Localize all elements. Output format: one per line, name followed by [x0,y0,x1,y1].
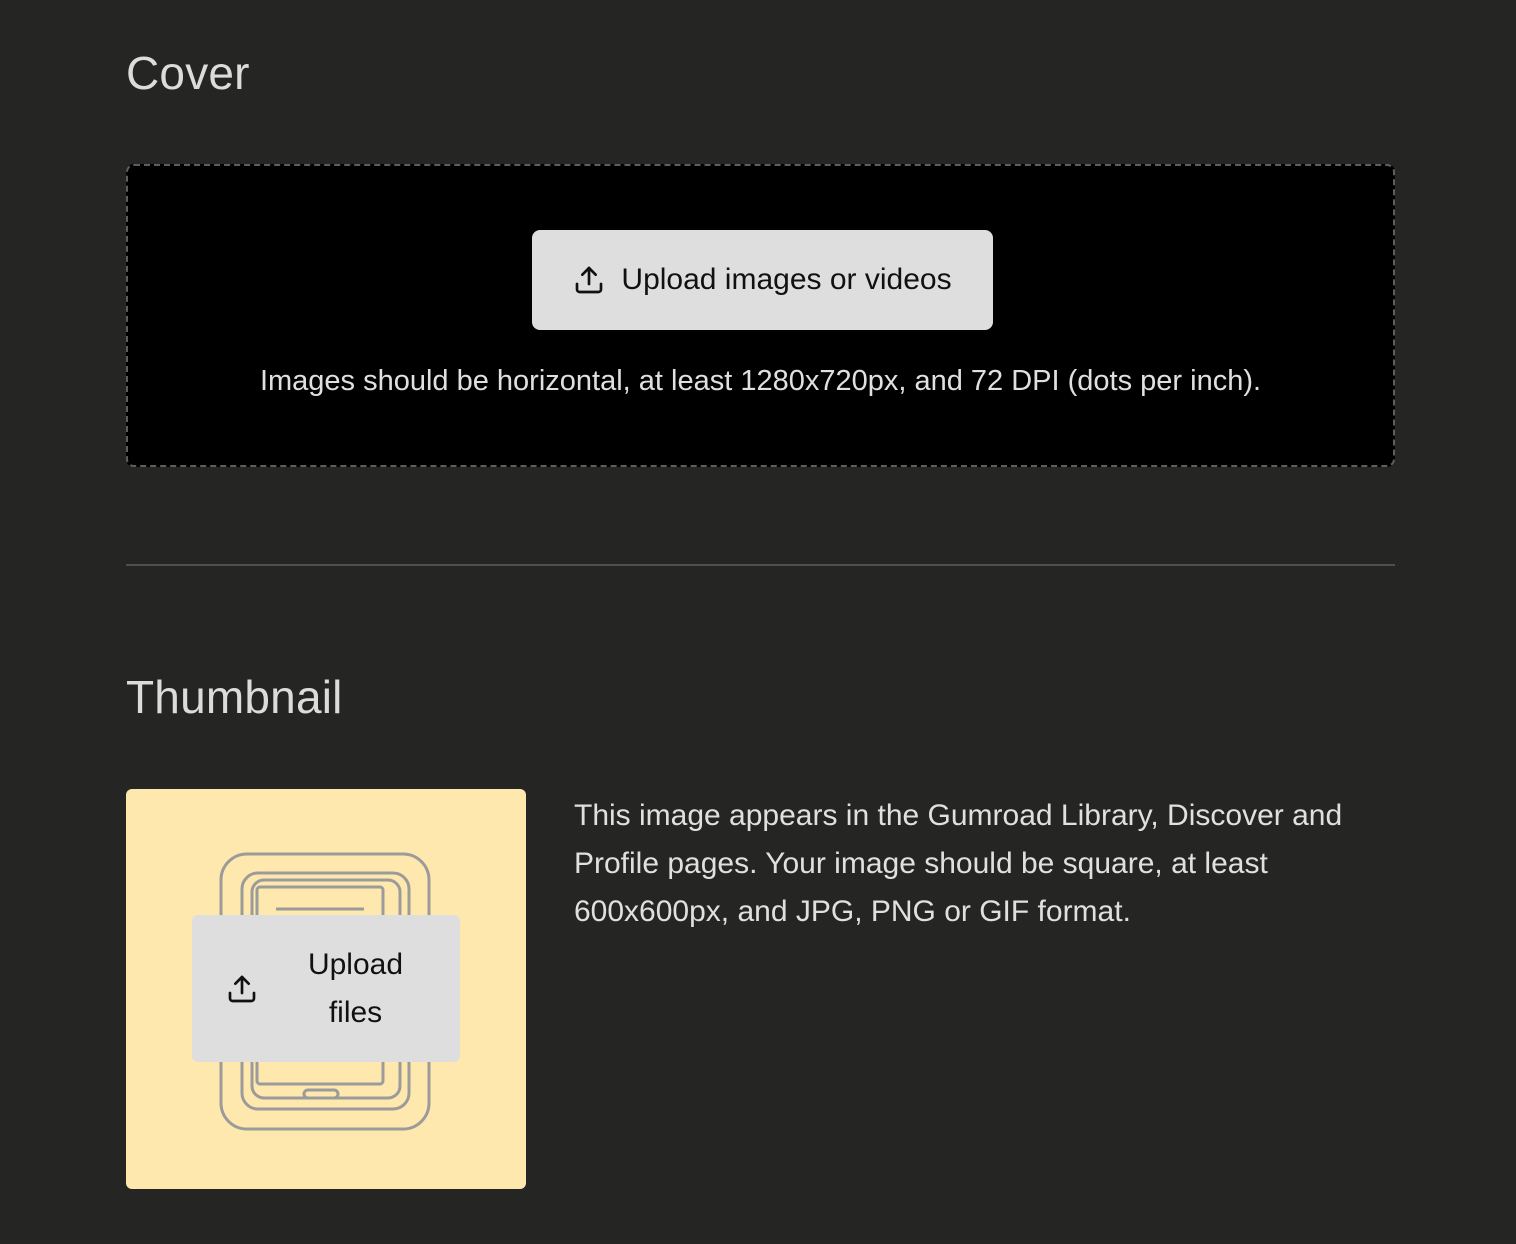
cover-section-title: Cover [126,47,250,99]
upload-button-label: Upload images or videos [621,263,952,296]
cover-dropzone[interactable]: Upload images or videos Images should be… [126,164,1395,467]
upload-icon [576,266,603,294]
thumbnail-placeholder: Upload files [126,789,526,1189]
section-divider [126,564,1395,566]
thumbnail-section-title: Thumbnail [126,671,343,723]
upload-images-or-videos-button[interactable]: Upload images or videos [532,230,993,330]
cover-hint-text: Images should be horizontal, at least 12… [259,365,1262,397]
upload-files-button[interactable]: Upload files [192,915,460,1062]
upload-icon [228,975,256,1002]
upload-files-label: Upload files [307,947,404,1029]
thumbnail-description: This image appears in the Gumroad Librar… [574,799,1343,928]
